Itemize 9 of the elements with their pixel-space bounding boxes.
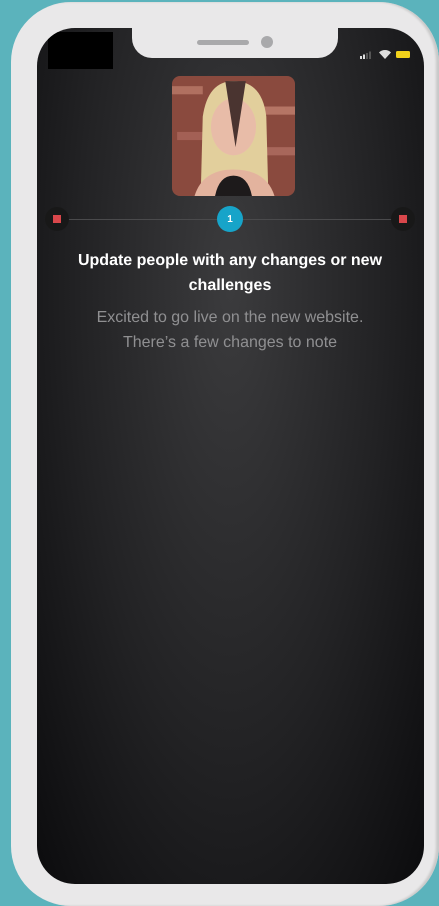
step-number[interactable]: 1 (217, 206, 243, 232)
step-marker[interactable] (45, 207, 69, 231)
wifi-icon (378, 50, 390, 59)
battery-icon (396, 51, 410, 58)
step-marker[interactable] (391, 207, 415, 231)
step-description: Excited to go live on the new website. There’s a few changes to note (96, 308, 364, 353)
redaction-block (48, 32, 112, 69)
signal-icon (360, 50, 374, 58)
step-title: Update people with any changes or new challenges (76, 251, 384, 296)
